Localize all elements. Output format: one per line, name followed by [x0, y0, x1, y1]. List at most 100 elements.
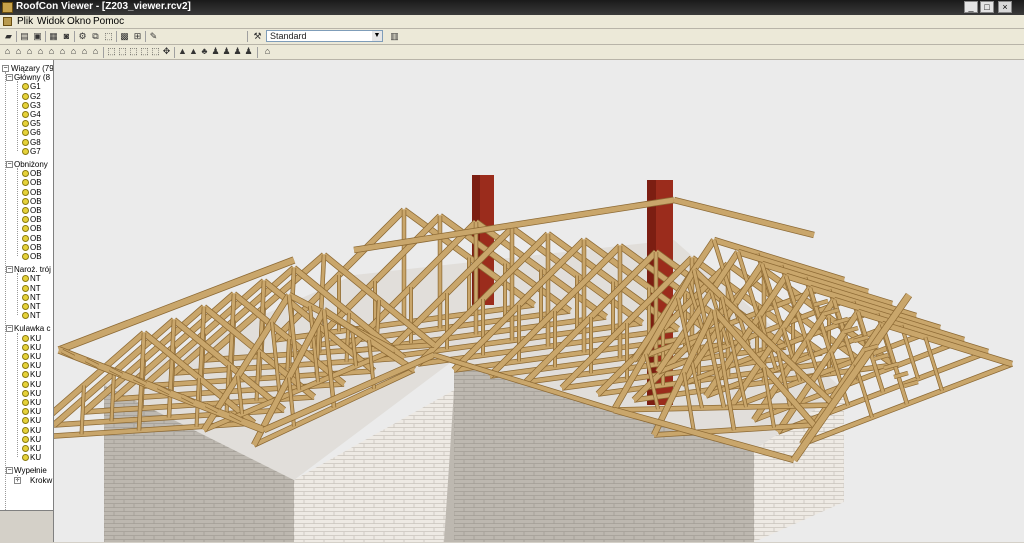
- pan-icon[interactable]: ✥: [161, 46, 172, 57]
- truss-bullet-icon: [22, 83, 29, 91]
- print-icon[interactable]: ▣: [32, 31, 43, 42]
- collapse-icon[interactable]: −: [2, 65, 9, 72]
- view-style-select[interactable]: Standard ▼: [266, 30, 383, 42]
- truss-bullet-icon: [22, 312, 29, 320]
- measure-icon[interactable]: ⊞: [132, 31, 143, 42]
- copy-icon[interactable]: ⧉: [90, 31, 101, 42]
- collapse-icon[interactable]: −: [6, 266, 13, 274]
- menu-okno[interactable]: Okno: [65, 15, 93, 28]
- tree-item-label: Krokw: [30, 475, 53, 485]
- zoom-out-icon[interactable]: ⬚: [150, 46, 161, 57]
- roof-model[interactable]: [54, 60, 1024, 542]
- truss-bullet-icon: [22, 353, 29, 360]
- truss-bullet-icon: [22, 179, 29, 187]
- tree-item-label: G7: [30, 146, 41, 156]
- menu-pomoc[interactable]: Pomoc: [91, 15, 126, 28]
- show-walls-icon[interactable]: ♣: [199, 46, 210, 57]
- view-top-icon[interactable]: ⌂: [90, 46, 101, 57]
- sidebar-footer: [0, 510, 53, 543]
- truss-bullet-icon: [22, 380, 29, 388]
- view-left-icon[interactable]: ⌂: [24, 46, 35, 57]
- truss-bullet-icon: [22, 399, 29, 406]
- layer-1-icon[interactable]: ♟: [210, 46, 221, 57]
- structure-tree: − Wiązary (79) − Główny (8 G1 G2 G3 G4 G5 G6 G8 G7−…: [0, 60, 54, 542]
- truss-bullet-icon: [22, 293, 29, 301]
- collapse-icon[interactable]: −: [6, 74, 13, 82]
- menu-plik[interactable]: Plik: [15, 15, 35, 28]
- tree-guide-line: [17, 273, 18, 316]
- zoom-in-icon[interactable]: ⬚: [139, 46, 150, 57]
- 3d-viewport[interactable]: [54, 60, 1024, 542]
- view-iso3-icon[interactable]: ⌂: [68, 46, 79, 57]
- select-icon[interactable]: ⬚: [103, 31, 114, 42]
- properties-icon[interactable]: ▥: [389, 31, 400, 42]
- main-toolbar: ▰ ▤ ▣ ▦ ◙ ⚙ ⧉ ⬚ ▩ ⊞ ✎ ⚒ Standard ▼ ▥: [0, 29, 1024, 45]
- truss-bullet-icon: [22, 188, 29, 196]
- zoom-window-icon[interactable]: ⬚: [106, 46, 117, 57]
- zoom-extents-icon[interactable]: ⬚: [128, 46, 139, 57]
- truss-bullet-icon: [22, 225, 29, 233]
- tree-guide-line: [17, 332, 18, 458]
- maximize-button[interactable]: □: [980, 1, 994, 13]
- view-iso4-icon[interactable]: ⌂: [79, 46, 90, 57]
- truss-bullet-icon: [22, 120, 29, 128]
- layer-2-icon[interactable]: ♟: [221, 46, 232, 57]
- view-toolbar: ⌂ ⌂ ⌂ ⌂ ⌂ ⌂ ⌂ ⌂ ⌂ ⬚ ⬚ ⬚ ⬚ ⬚ ✥ ▲ ▲ ♣ ♟ ♟ …: [0, 45, 1024, 60]
- tree-item-label: NT: [30, 311, 41, 321]
- open-icon[interactable]: ▰: [3, 31, 14, 42]
- truss-bullet-icon: [22, 253, 29, 260]
- print-setup-icon[interactable]: ▦: [48, 31, 59, 42]
- truss-bullet-icon: [22, 408, 29, 416]
- truss-bullet-icon: [22, 111, 29, 118]
- document-icon[interactable]: [3, 17, 12, 26]
- truss-bullet-icon: [22, 417, 29, 425]
- tree-guide-line: [17, 168, 18, 257]
- view-iso1-icon[interactable]: ⌂: [46, 46, 57, 57]
- tree-item-label: OB: [30, 252, 42, 261]
- truss-bullet-icon: [22, 234, 29, 242]
- reset-view-icon[interactable]: ⌂: [262, 46, 273, 57]
- zoom-all-icon[interactable]: ⬚: [117, 46, 128, 57]
- show-trusses-icon[interactable]: ▲: [188, 46, 199, 57]
- collapse-icon[interactable]: −: [6, 161, 13, 168]
- truss-bullet-icon: [22, 129, 29, 137]
- layer-3-icon[interactable]: ♟: [232, 46, 243, 57]
- view-back-icon[interactable]: ⌂: [13, 46, 24, 57]
- view-iso2-icon[interactable]: ⌂: [57, 46, 68, 57]
- view-style-value: Standard: [270, 31, 307, 41]
- style-icon[interactable]: ⚒: [252, 31, 263, 42]
- grid-icon[interactable]: ▩: [119, 31, 130, 42]
- tree-guide-line: [17, 81, 18, 151]
- hide-roof-icon[interactable]: ▲: [177, 46, 188, 57]
- layer-4-icon[interactable]: ♟: [243, 46, 254, 57]
- tree-guide-line: [17, 474, 18, 480]
- truss-bullet-icon: [22, 343, 29, 351]
- minimize-button[interactable]: _: [964, 1, 978, 13]
- truss-bullet-icon: [22, 371, 29, 379]
- wizard-icon[interactable]: ✎: [148, 31, 159, 42]
- close-button[interactable]: ×: [998, 1, 1012, 13]
- chevron-down-icon[interactable]: ▼: [372, 31, 382, 41]
- truss-bullet-icon: [22, 303, 29, 310]
- truss-bullet-icon: [22, 101, 29, 109]
- truss-bullet-icon: [22, 197, 29, 205]
- menu-widok[interactable]: Widok: [35, 15, 67, 28]
- view-front-icon[interactable]: ⌂: [2, 46, 13, 57]
- collapse-icon[interactable]: −: [6, 467, 13, 475]
- truss-bullet-icon: [22, 216, 29, 224]
- view-right-icon[interactable]: ⌂: [35, 46, 46, 57]
- tree-item-label: KU: [30, 453, 42, 463]
- truss-bullet-icon: [22, 92, 29, 100]
- tool-icon[interactable]: ⚙: [77, 31, 88, 42]
- preview-icon[interactable]: ▤: [19, 31, 30, 42]
- collapse-icon[interactable]: −: [6, 325, 13, 333]
- shape-345: [924, 336, 944, 392]
- camera-icon[interactable]: ◙: [61, 31, 72, 42]
- truss-bullet-icon: [22, 445, 29, 452]
- window-title: RoofCon Viewer - [Z203_viewer.rcv2]: [16, 1, 191, 12]
- truss-bullet-icon: [22, 170, 29, 178]
- menu-bar: Plik Widok Okno Pomoc: [0, 15, 1024, 29]
- title-bar: RoofCon Viewer - [Z203_viewer.rcv2] _ □ …: [0, 0, 1024, 15]
- truss-bullet-icon: [22, 334, 29, 342]
- truss-bullet-icon: [22, 454, 29, 462]
